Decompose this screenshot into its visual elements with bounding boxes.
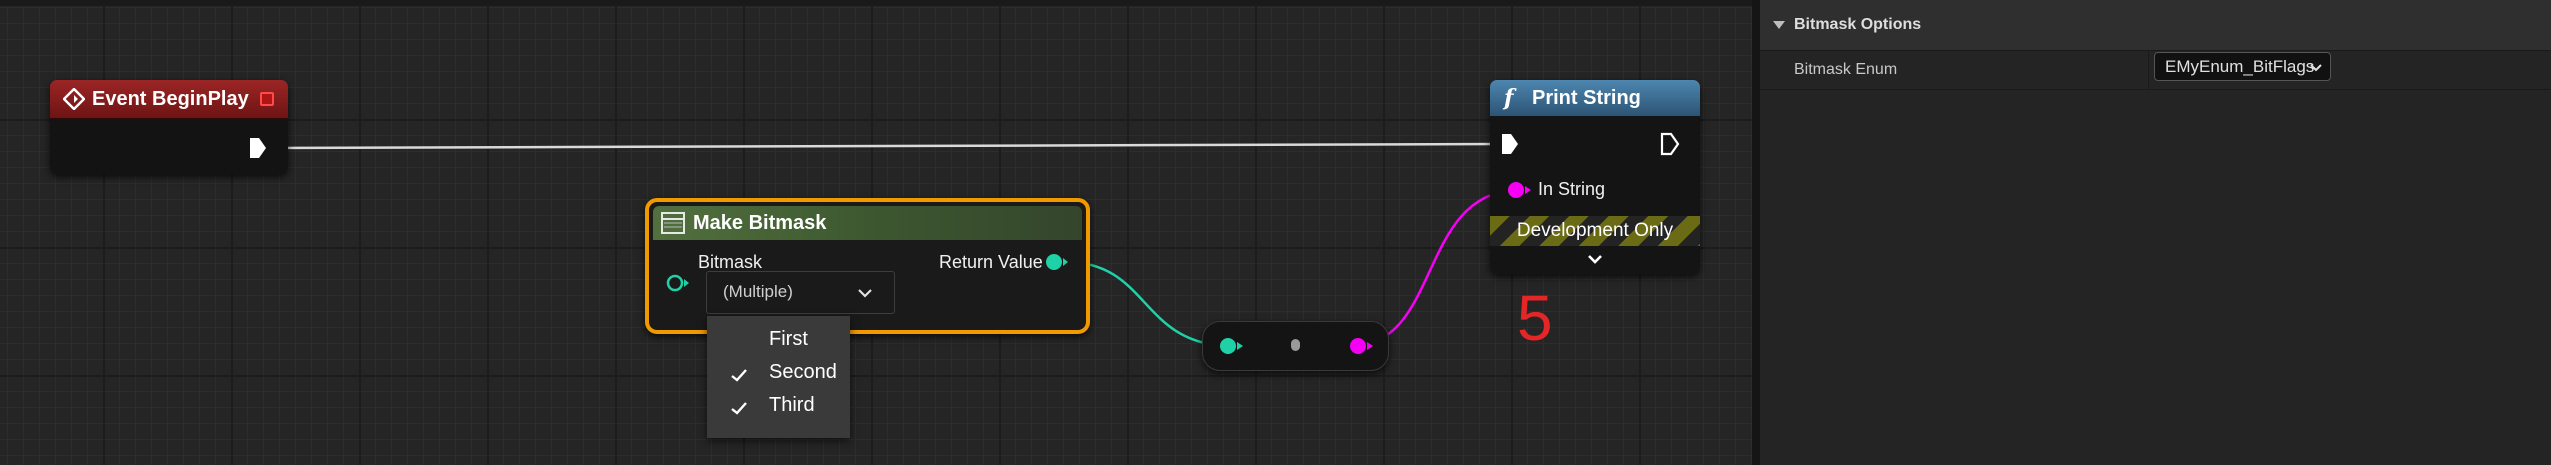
category-header-bitmask-options[interactable]: Bitmask Options xyxy=(1760,0,2551,51)
conversion-input-pin[interactable] xyxy=(1216,335,1244,357)
column-divider[interactable] xyxy=(2148,51,2149,89)
event-begin-play-header: Event BeginPlay xyxy=(50,80,288,119)
menu-item-second[interactable]: Second xyxy=(707,357,850,390)
category-title: Bitmask Options xyxy=(1794,16,1922,33)
exec-wire xyxy=(265,142,1503,150)
expand-chevron-icon[interactable] xyxy=(1587,254,1603,264)
bitmask-enum-combo[interactable]: EMyEnum_BitFlags xyxy=(2154,52,2331,81)
table-icon xyxy=(661,212,685,234)
event-stop-icon[interactable] xyxy=(260,92,274,106)
development-only-label: Development Only xyxy=(1516,220,1674,241)
property-label: Bitmask Enum xyxy=(1794,61,1898,78)
conversion-dot-icon xyxy=(1291,339,1300,351)
event-begin-play-title: Event BeginPlay xyxy=(92,88,249,110)
print-string-title: Print String xyxy=(1532,87,1641,109)
return-value-label: Return Value xyxy=(939,252,1043,272)
bitmask-enum-value: EMyEnum_BitFlags xyxy=(2165,57,2315,76)
bitmask-input-label: Bitmask xyxy=(698,252,763,272)
event-exec-out-pin[interactable] xyxy=(248,136,268,160)
menu-item-third[interactable]: Third xyxy=(707,390,850,423)
exec-out-pin[interactable] xyxy=(1660,132,1680,156)
collapse-triangle-icon xyxy=(1773,21,1785,29)
conversion-output-pin[interactable] xyxy=(1346,335,1374,357)
development-only-banner: Development Only xyxy=(1490,216,1700,246)
bitmask-combo-value: (Multiple) xyxy=(723,282,793,301)
print-string-node[interactable]: f Print String In String Development Onl… xyxy=(1490,80,1700,274)
menu-item-label: First xyxy=(769,328,808,350)
checkmark-icon xyxy=(731,369,747,382)
blueprint-graph-canvas[interactable]: Event BeginPlay Make Bitmask Bitmask Ret… xyxy=(0,0,1752,465)
menu-item-label: Second xyxy=(769,361,837,383)
function-icon: f xyxy=(1504,85,1514,111)
in-string-label: In String xyxy=(1538,179,1606,199)
menu-item-first[interactable]: First xyxy=(707,324,850,357)
return-value-pin[interactable] xyxy=(1044,252,1070,272)
bitmask-input-pin[interactable] xyxy=(666,273,690,293)
make-bitmask-title: Make Bitmask xyxy=(693,212,827,234)
chevron-down-icon xyxy=(858,289,872,298)
print-string-header: f Print String xyxy=(1490,80,1700,116)
exec-out-pin[interactable] xyxy=(198,136,218,160)
bitmask-dropdown-menu: First Second Third xyxy=(707,316,850,438)
exec-in-pin[interactable] xyxy=(1500,132,1520,156)
annotation-number: 5 xyxy=(1517,282,1553,354)
menu-item-label: Third xyxy=(769,394,815,416)
chevron-down-icon xyxy=(2310,64,2322,72)
make-bitmask-header: Make Bitmask xyxy=(653,206,1082,240)
in-string-pin[interactable] xyxy=(1506,179,1532,201)
bitmask-combo-box[interactable]: (Multiple) xyxy=(706,271,895,314)
checkmark-icon xyxy=(731,402,747,415)
details-panel: Bitmask Options Bitmask Enum EMyEnum_Bit… xyxy=(1752,0,2551,465)
event-diamond-icon xyxy=(63,88,85,110)
